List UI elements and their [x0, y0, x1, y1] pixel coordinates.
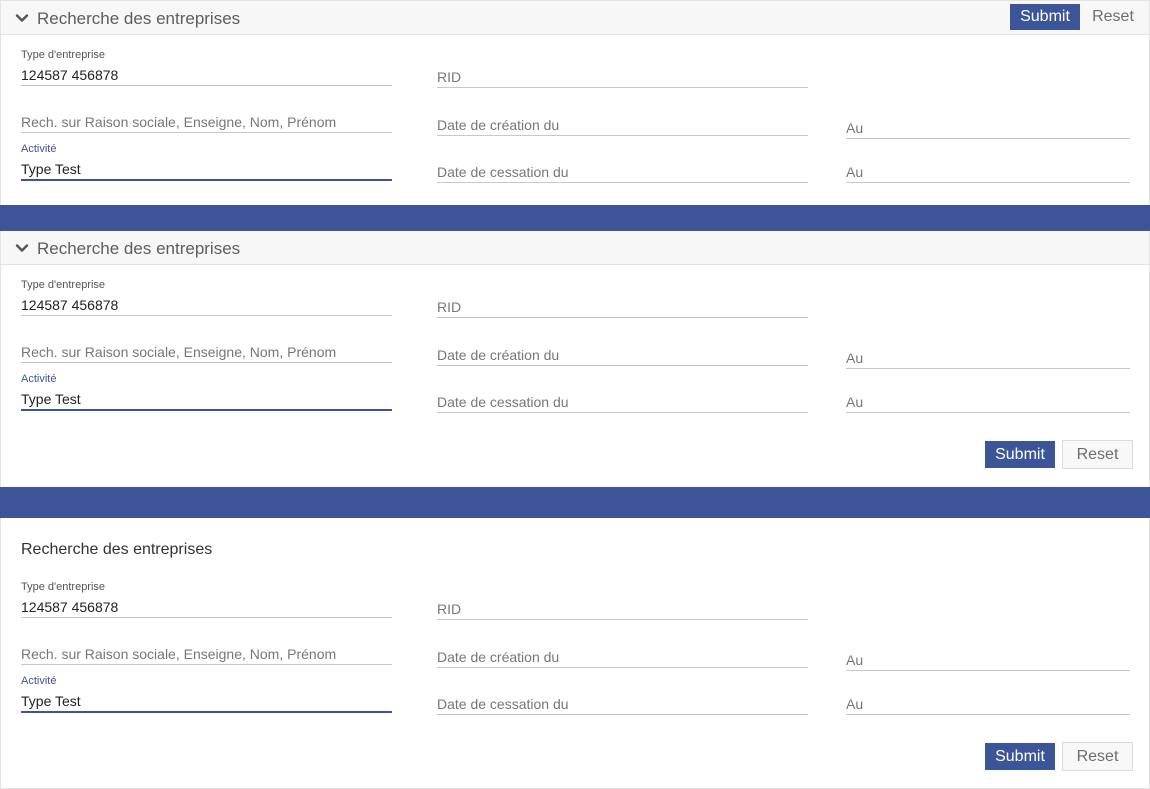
panel-header[interactable]: Recherche des entreprises [1, 231, 1149, 265]
au-placeholder: Au [846, 350, 864, 366]
date-creation-to-field[interactable]: Au [846, 112, 1130, 139]
date-creation-to-field[interactable]: Au [846, 342, 1130, 369]
date-cessation-placeholder: Date de cessation du [437, 164, 569, 180]
activite-field[interactable]: Activité Type Test [21, 373, 392, 411]
raison-sociale-placeholder: Rech. sur Raison sociale, Enseigne, Nom,… [21, 646, 337, 662]
rid-placeholder: RID [437, 601, 462, 617]
date-cessation-to-field[interactable]: Au [846, 688, 1130, 715]
reset-button[interactable]: Reset [1086, 4, 1140, 30]
au-placeholder: Au [846, 164, 864, 180]
activite-label: Activité [21, 143, 57, 155]
type-entreprise-label: Type d'entreprise [21, 279, 106, 291]
submit-button[interactable]: Submit [985, 743, 1055, 770]
type-entreprise-label: Type d'entreprise [21, 49, 106, 61]
panel-title: Recherche des entreprises [21, 541, 213, 558]
activite-value: Type Test [21, 391, 81, 407]
date-creation-from-field[interactable]: Date de création du [437, 109, 808, 136]
reset-button[interactable]: Reset [1062, 742, 1133, 771]
type-entreprise-field[interactable]: Type d'entreprise 124587 456878 [21, 279, 392, 316]
date-cessation-to-field[interactable]: Au [846, 386, 1130, 413]
separator-band [0, 205, 1150, 231]
reset-button[interactable]: Reset [1062, 440, 1133, 469]
activite-label: Activité [21, 675, 57, 687]
raison-sociale-placeholder: Rech. sur Raison sociale, Enseigne, Nom,… [21, 114, 337, 130]
date-cessation-placeholder: Date de cessation du [437, 696, 569, 712]
date-cessation-from-field[interactable]: Date de cessation du [437, 156, 808, 183]
activite-label: Activité [21, 373, 57, 385]
search-panel-footer-actions: Recherche des entreprises Type d'entrepr… [0, 231, 1150, 487]
raison-sociale-placeholder: Rech. sur Raison sociale, Enseigne, Nom,… [21, 344, 337, 360]
search-panel-header-actions: Recherche des entreprises Submit Reset T… [0, 0, 1150, 205]
rid-field[interactable]: RID [437, 291, 808, 318]
au-placeholder: Au [846, 394, 864, 410]
date-creation-placeholder: Date de création du [437, 347, 560, 363]
au-placeholder: Au [846, 696, 864, 712]
panel-header[interactable]: Recherche des entreprises Submit Reset [1, 1, 1149, 35]
date-cessation-placeholder: Date de cessation du [437, 394, 569, 410]
separator-band [0, 487, 1150, 518]
au-placeholder: Au [846, 120, 864, 136]
date-creation-to-field[interactable]: Au [846, 644, 1130, 671]
type-entreprise-value: 124587 456878 [21, 67, 119, 83]
rid-field[interactable]: RID [437, 61, 808, 88]
rid-field[interactable]: RID [437, 593, 808, 620]
date-creation-from-field[interactable]: Date de création du [437, 641, 808, 668]
raison-sociale-field[interactable]: Rech. sur Raison sociale, Enseigne, Nom,… [21, 639, 392, 665]
raison-sociale-field[interactable]: Rech. sur Raison sociale, Enseigne, Nom,… [21, 337, 392, 363]
rid-placeholder: RID [437, 69, 462, 85]
date-cessation-from-field[interactable]: Date de cessation du [437, 386, 808, 413]
type-entreprise-field[interactable]: Type d'entreprise 124587 456878 [21, 49, 392, 86]
chevron-down-icon[interactable] [14, 10, 30, 26]
type-entreprise-value: 124587 456878 [21, 599, 119, 615]
date-cessation-from-field[interactable]: Date de cessation du [437, 688, 808, 715]
activite-field[interactable]: Activité Type Test [21, 675, 392, 713]
date-creation-placeholder: Date de création du [437, 649, 560, 665]
type-entreprise-value: 124587 456878 [21, 297, 119, 313]
submit-button[interactable]: Submit [1010, 4, 1080, 30]
panel-title: Recherche des entreprises [37, 239, 241, 258]
activite-field[interactable]: Activité Type Test [21, 143, 392, 181]
date-cessation-to-field[interactable]: Au [846, 156, 1130, 183]
au-placeholder: Au [846, 652, 864, 668]
panel-title: Recherche des entreprises [37, 9, 241, 28]
activite-value: Type Test [21, 693, 81, 709]
date-creation-placeholder: Date de création du [437, 117, 560, 133]
submit-button[interactable]: Submit [985, 441, 1055, 468]
date-creation-from-field[interactable]: Date de création du [437, 339, 808, 366]
activite-value: Type Test [21, 161, 81, 177]
rid-placeholder: RID [437, 299, 462, 315]
search-panel-plain: Recherche des entreprises Type d'entrepr… [0, 518, 1150, 789]
type-entreprise-label: Type d'entreprise [21, 581, 106, 593]
type-entreprise-field[interactable]: Type d'entreprise 124587 456878 [21, 581, 392, 618]
raison-sociale-field[interactable]: Rech. sur Raison sociale, Enseigne, Nom,… [21, 107, 392, 133]
chevron-down-icon[interactable] [14, 240, 30, 256]
